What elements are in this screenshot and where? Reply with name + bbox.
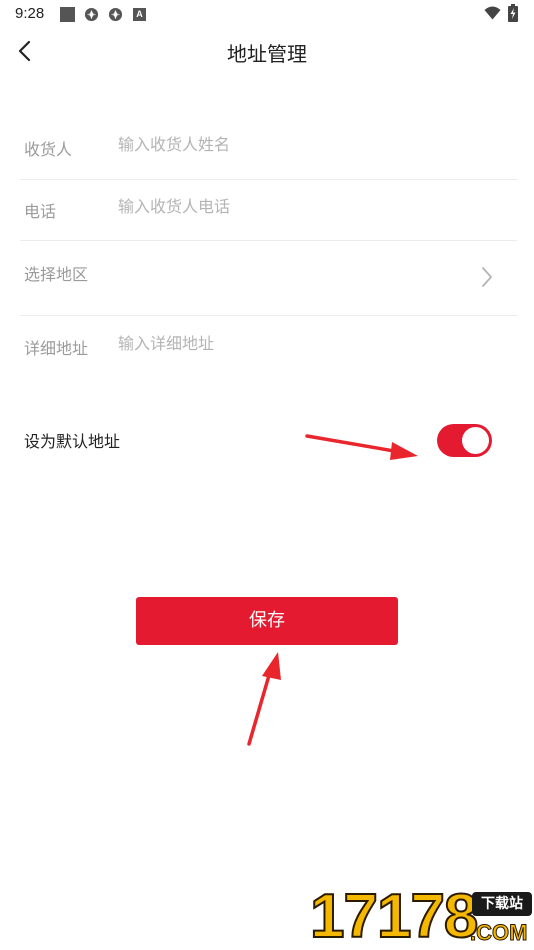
region-row[interactable]: 选择地区 [20, 241, 517, 316]
a-icon: A [133, 8, 146, 21]
recipient-row: 收货人 [20, 118, 517, 180]
wifi-icon [484, 6, 501, 20]
gear-icon [84, 7, 99, 22]
watermark-logo: 17178 下载站 .COM [309, 882, 534, 950]
battery-icon [508, 4, 518, 22]
watermark-suffix: .COM [470, 920, 528, 946]
default-address-toggle[interactable] [437, 424, 492, 457]
region-label: 选择地区 [24, 265, 89, 284]
phone-row: 电话 [20, 180, 517, 241]
save-button[interactable]: 保存 [136, 597, 398, 645]
chevron-right-icon [482, 267, 492, 287]
watermark-badge: 下载站 [472, 892, 532, 916]
square-icon [60, 7, 75, 22]
recipient-input[interactable] [118, 135, 478, 154]
detail-address-row: 详细地址 [20, 316, 517, 376]
header: 地址管理 [0, 28, 534, 74]
arrow-to-save [247, 652, 281, 746]
page-title: 地址管理 [227, 42, 307, 66]
watermark-digits: 17178 [309, 882, 479, 950]
recipient-label: 收货人 [24, 140, 73, 159]
phone-label: 电话 [24, 202, 57, 221]
default-address-label: 设为默认地址 [24, 432, 121, 451]
detail-address-input[interactable] [118, 334, 478, 353]
gear-icon [108, 7, 123, 22]
arrow-to-toggle [305, 434, 418, 460]
phone-input[interactable] [118, 197, 478, 216]
status-time: 9:28 [15, 5, 45, 22]
detail-address-label: 详细地址 [24, 339, 89, 358]
toggle-knob [462, 427, 489, 454]
status-bar: 9:28 A [0, 0, 534, 28]
